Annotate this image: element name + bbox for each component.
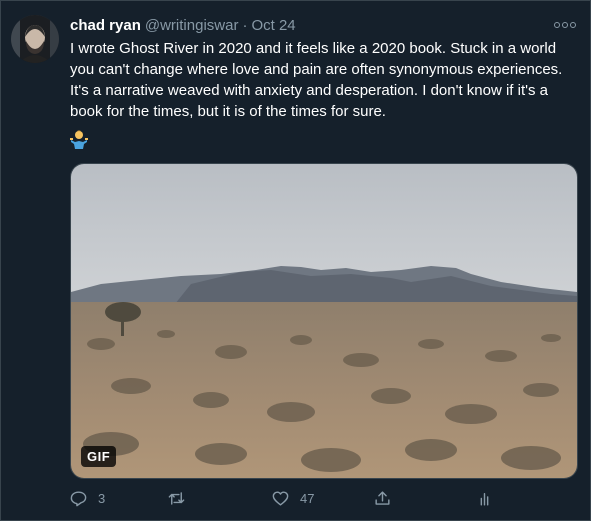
- gif-media[interactable]: GIF: [70, 163, 578, 479]
- share-button[interactable]: [373, 485, 392, 511]
- more-options-icon[interactable]: [554, 15, 576, 35]
- retweet-button[interactable]: [167, 485, 196, 511]
- analytics-icon: [480, 492, 489, 506]
- heart-icon: [272, 490, 289, 506]
- tweet-card[interactable]: chad ryan @writingiswar · Oct 24 I wrote…: [0, 0, 591, 521]
- share-icon: [375, 490, 390, 505]
- analytics-button[interactable]: [475, 485, 494, 511]
- reply-button[interactable]: 3: [69, 485, 105, 511]
- tweet-text: I wrote Ghost River in 2020 and it feels…: [70, 40, 567, 120]
- person-shrugging-icon: [70, 129, 88, 149]
- tweet-actions: 3 47: [59, 485, 529, 511]
- tweet-header: chad ryan @writingiswar · Oct 24: [70, 15, 296, 35]
- avatar[interactable]: [11, 15, 59, 63]
- retweet-icon: [168, 491, 185, 505]
- separator: ·: [242, 16, 248, 34]
- reply-icon: [70, 490, 87, 506]
- gif-badge: GIF: [81, 446, 117, 467]
- desert-landscape-image: [71, 164, 577, 478]
- tweet-date[interactable]: Oct 24: [251, 17, 295, 34]
- like-count: 47: [300, 490, 315, 506]
- author-handle[interactable]: @writingiswar: [145, 17, 239, 34]
- avatar-photo-icon: [11, 15, 59, 63]
- reply-count: 3: [98, 490, 106, 506]
- like-button[interactable]: 47: [271, 485, 314, 511]
- author-name[interactable]: chad ryan: [70, 17, 141, 34]
